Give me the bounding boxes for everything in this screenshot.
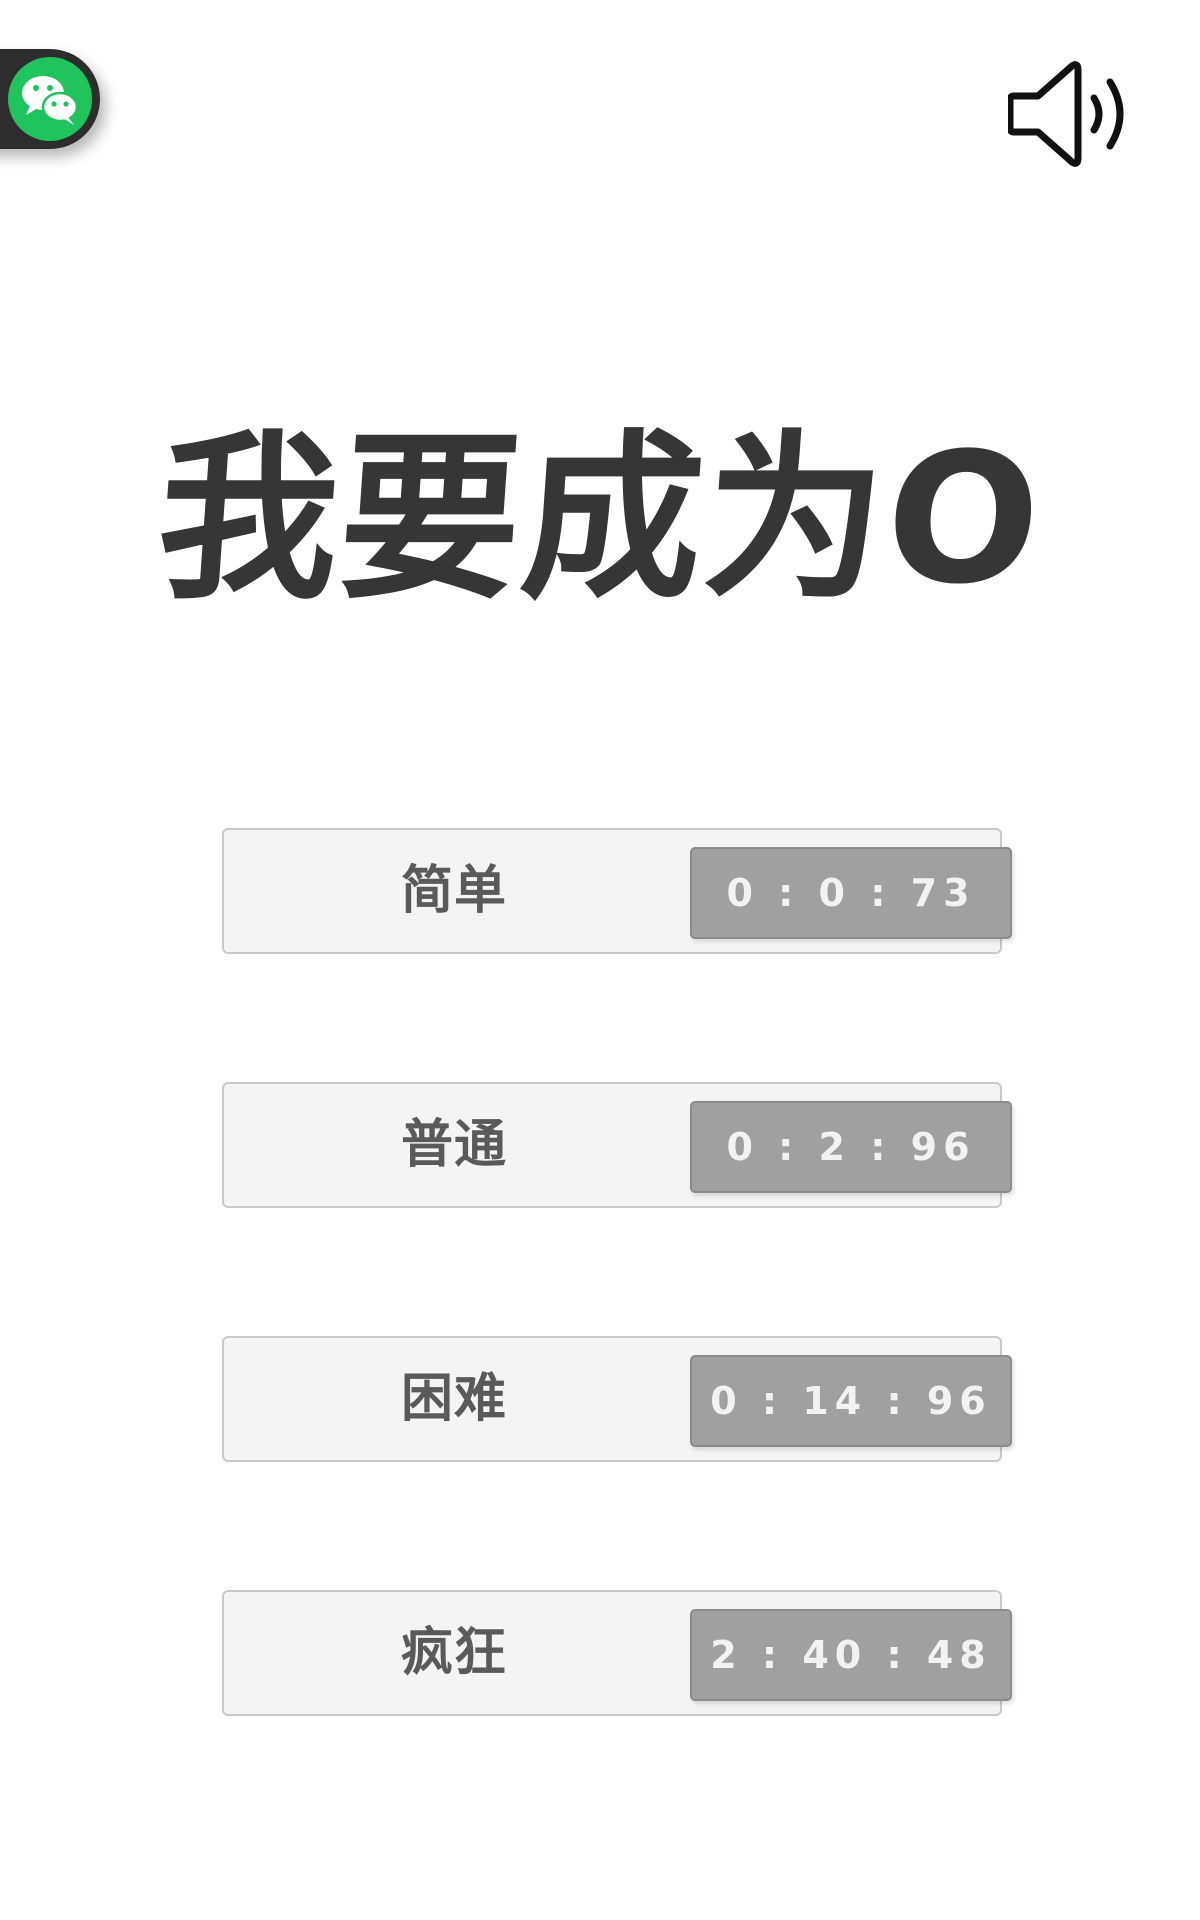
level-hard-button[interactable]: 困难 0 : 14 : 96: [222, 1336, 1012, 1462]
best-time: 0 : 14 : 96: [690, 1355, 1012, 1447]
level-easy-button[interactable]: 简单 0 : 0 : 73: [222, 828, 1012, 954]
level-label: 普通: [400, 1115, 507, 1175]
level-label: 疯狂: [400, 1623, 507, 1683]
best-time: 0 : 2 : 96: [690, 1101, 1012, 1193]
level-label: 困难: [400, 1369, 507, 1429]
level-label: 简单: [400, 861, 507, 921]
level-crazy-button[interactable]: 疯狂 2 : 40 : 48: [222, 1590, 1012, 1716]
best-time: 2 : 40 : 48: [690, 1609, 1012, 1701]
level-normal-button[interactable]: 普通 0 : 2 : 96: [222, 1082, 1012, 1208]
best-time: 0 : 0 : 73: [690, 847, 1012, 939]
level-list: 简单 0 : 0 : 73 普通 0 : 2 : 96 困难 0 : 14 : …: [0, 0, 1200, 1920]
